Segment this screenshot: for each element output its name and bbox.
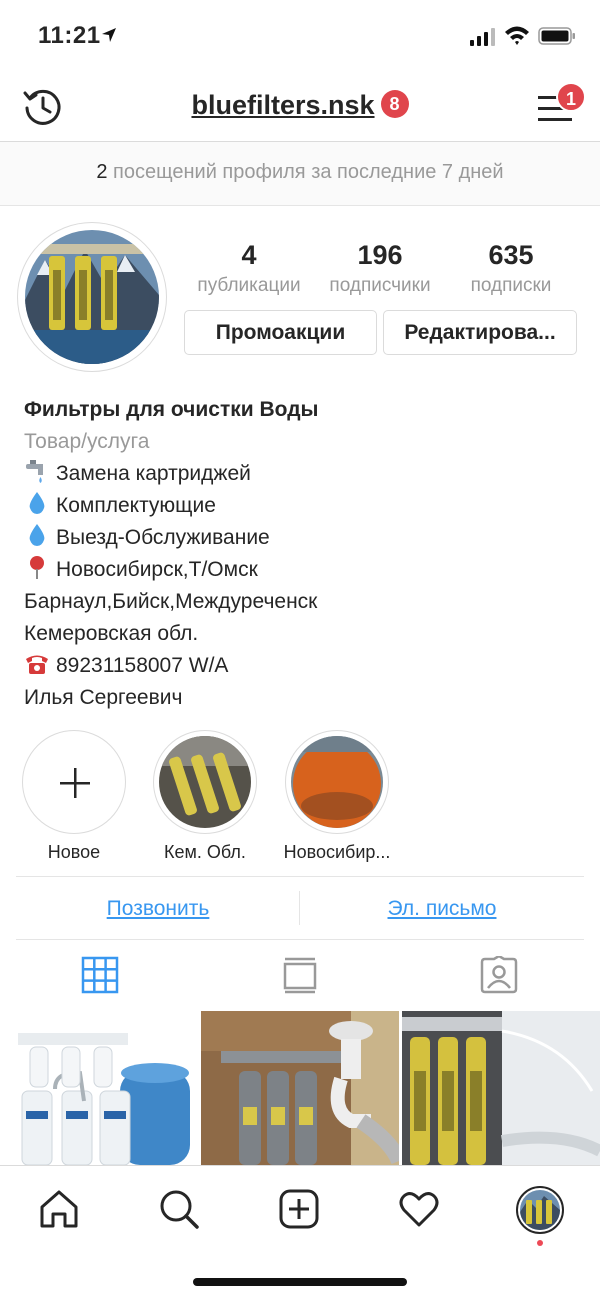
bio-line: Комплектующие (24, 490, 584, 522)
telephone-icon (26, 655, 48, 674)
location-arrow-icon (102, 28, 116, 42)
bio-name: Фильтры для очистки Воды (24, 398, 319, 421)
bio-line-text: Новосибирск,Т/Омск (56, 558, 258, 581)
stat-posts-count: 4 (241, 240, 257, 270)
profile-bio: Фильтры для очистки Воды Товар/услуга За… (24, 394, 584, 714)
cellular-signal-icon (470, 28, 495, 46)
profile-tab-avatar[interactable] (516, 1186, 564, 1234)
bio-line: Выезд-Обслуживание (24, 522, 584, 554)
post-thumbnail[interactable] (0, 1011, 198, 1165)
faucet-icon (26, 460, 43, 483)
notification-badge: 8 (380, 90, 409, 118)
stat-followers[interactable]: 196 подписчики (318, 240, 442, 297)
plus-icon (60, 768, 90, 798)
stat-posts[interactable]: 4 публикации (190, 240, 308, 297)
highlight-circle[interactable] (153, 730, 257, 834)
wifi-icon (505, 26, 529, 45)
bottom-navigation (0, 1165, 600, 1298)
profile-visits-banner[interactable]: 2 посещений профиля за последние 7 дней (0, 142, 600, 206)
highlight-image (291, 736, 383, 828)
profile-avatar[interactable] (17, 222, 167, 372)
heart-icon[interactable] (398, 1188, 440, 1230)
tagged-photos-icon[interactable] (480, 956, 518, 994)
bio-category[interactable]: Товар/услуга (24, 426, 584, 458)
home-indicator (193, 1278, 407, 1286)
email-link[interactable]: Эл. письмо (300, 897, 584, 921)
new-post-icon[interactable] (278, 1188, 320, 1230)
avatar-image (520, 1190, 560, 1230)
highlight-label: Новое (47, 842, 101, 862)
stat-posts-label: публикации (197, 275, 301, 296)
bio-line: Замена картриджей (24, 458, 584, 490)
highlight-circle[interactable] (285, 730, 389, 834)
post-thumbnail[interactable] (201, 1011, 399, 1165)
bio-line-text: Комплектующие (56, 494, 216, 517)
bio-line: Барнаул,Бийск,Междуреченск (24, 590, 318, 613)
bio-line-text: Выезд-Обслуживание (56, 526, 270, 549)
profile-header: bluefilters.nsk 8 1 (0, 72, 600, 142)
round-pushpin-icon (30, 556, 44, 579)
highlight-image (159, 736, 251, 828)
battery-icon (538, 27, 575, 45)
droplet-icon (29, 492, 45, 514)
menu-badge: 1 (556, 82, 586, 112)
stat-following[interactable]: 635 подписки (456, 240, 566, 297)
visits-text: посещений профиля за последние 7 дней (107, 161, 504, 183)
bio-line: Новосибирск,Т/Омск (24, 554, 584, 586)
contact-bar: Позвонить Эл. письмо (16, 876, 584, 940)
stat-followers-label: подписчики (329, 275, 431, 296)
bio-line-text: Замена картриджей (56, 462, 251, 485)
status-time: 11:21 (38, 22, 101, 49)
grid-view-icon[interactable] (81, 956, 119, 994)
call-link[interactable]: Позвонить (16, 897, 300, 921)
bio-line: 89231158007 W/A (24, 650, 584, 682)
feed-view-icon[interactable] (281, 956, 319, 994)
username[interactable]: bluefilters.nsk (191, 90, 374, 120)
highlight-new-circle[interactable] (22, 730, 126, 834)
promotions-button[interactable]: Промоакции (184, 310, 377, 355)
activity-dot (537, 1240, 543, 1246)
status-bar: 11:21 (0, 0, 600, 72)
account-switcher[interactable]: bluefilters.nsk 8 (0, 90, 600, 121)
stat-followers-count: 196 (357, 240, 403, 270)
edit-profile-button[interactable]: Редактирова... (383, 310, 577, 355)
highlight-kem[interactable]: Кем. Обл. (153, 730, 257, 863)
droplet-icon (29, 524, 45, 546)
bio-line: Кемеровская обл. (24, 622, 199, 645)
highlight-new[interactable]: Новое (22, 730, 126, 863)
highlight-label: Новосибир... (283, 842, 391, 862)
content-tabs (0, 940, 600, 1010)
bio-line-text[interactable]: 89231158007 W/A (56, 654, 228, 677)
highlight-nsk[interactable]: Новосибир... (284, 730, 390, 863)
search-icon[interactable] (158, 1188, 200, 1230)
bio-line: Илья Сергеевич (24, 686, 183, 709)
post-thumbnail[interactable] (402, 1011, 600, 1165)
highlight-label: Кем. Обл. (164, 842, 246, 862)
home-icon[interactable] (38, 1188, 80, 1230)
stat-following-count: 635 (488, 240, 534, 270)
visits-count: 2 (96, 161, 108, 183)
avatar-image (25, 230, 159, 364)
posts-grid (0, 1011, 600, 1165)
stat-following-label: подписки (470, 275, 552, 296)
